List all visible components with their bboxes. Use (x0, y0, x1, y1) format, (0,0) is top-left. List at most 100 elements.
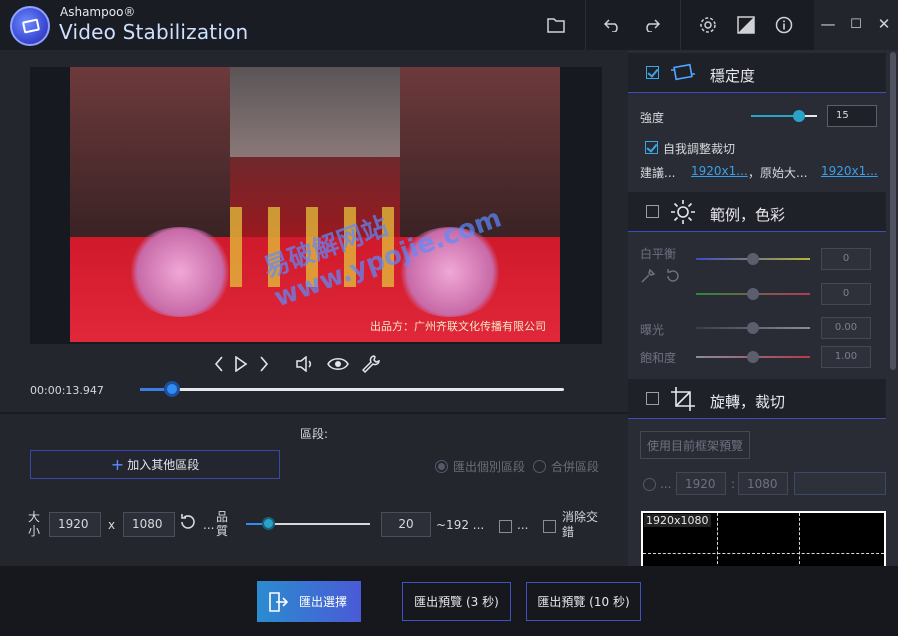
toolbar-divider (680, 0, 681, 50)
video-caption: 出品方：广州齐联文化传播有限公司 (370, 320, 546, 333)
size-separator: x (108, 518, 116, 532)
size-estimate: ~192 ... (436, 518, 485, 532)
color-title: 範例，色彩 (710, 206, 786, 224)
export-preview-3s-button[interactable]: 匯出預覽 (3 秒) (402, 582, 511, 621)
export-each-radio[interactable]: 匯出個別區段 (435, 458, 525, 475)
contrast-icon[interactable] (733, 12, 759, 38)
crop-icon (670, 386, 696, 412)
stability-title: 穩定度 (710, 67, 756, 85)
quality-label: 品質 (216, 510, 229, 538)
settings-icon[interactable] (695, 12, 721, 38)
rotate-section-header[interactable]: 旋轉，裁切 (628, 379, 886, 419)
option-checkbox[interactable] (499, 520, 512, 533)
window-controls: — ☐ ✕ (814, 0, 898, 50)
suggested-size-link[interactable]: 1920x1... (691, 164, 748, 178)
export-selection-label: 匯出選擇 (299, 595, 348, 609)
tint-handle[interactable] (747, 288, 759, 300)
tint-input[interactable]: 0 (821, 283, 871, 305)
exposure-input[interactable]: 0.00 (821, 317, 871, 339)
play-icon[interactable] (230, 353, 252, 375)
merge-radio[interactable]: 合併區段 (533, 458, 599, 475)
bottom-bar: 匯出選擇 匯出預覽 (3 秒) 匯出預覽 (10 秒) (0, 566, 898, 636)
quality-slider[interactable] (246, 517, 370, 530)
volume-icon[interactable] (294, 353, 316, 375)
eyedropper-icon[interactable] (640, 268, 656, 284)
strength-slider[interactable] (751, 110, 817, 122)
minimize-button[interactable]: — (818, 14, 838, 34)
info-icon[interactable] (771, 12, 797, 38)
crop-width-input[interactable]: 1920 (676, 472, 726, 495)
auto-crop-checkbox[interactable] (645, 141, 658, 154)
rotate-title: 旋轉，裁切 (710, 393, 786, 411)
option-label: ... (517, 518, 529, 532)
panel-divider (0, 412, 628, 414)
eye-icon[interactable] (326, 353, 350, 375)
original-size-label: ，原始大... (748, 166, 808, 180)
current-time: 00:00:13.947 (30, 384, 104, 397)
output-height-input[interactable]: 1080 (123, 512, 175, 537)
strength-label: 強度 (640, 111, 665, 125)
quality-input[interactable]: 20 (381, 512, 431, 537)
export-selection-button[interactable]: 匯出選擇 (257, 581, 361, 622)
settings-panel: 穩定度 強度 15 自我調整裁切 建議... 1920x1... ，原始大...… (628, 50, 898, 566)
strength-slider-handle[interactable] (792, 110, 805, 122)
add-segment-label: 加入其他區段 (127, 458, 200, 472)
use-current-frame-button[interactable]: 使用目前框架預覽 (640, 431, 750, 459)
crop-preview[interactable]: 1920x1080 (641, 511, 886, 566)
undo-icon[interactable] (600, 12, 626, 38)
size-label: 大小 (28, 510, 41, 538)
exposure-label: 曝光 (640, 323, 665, 337)
export-each-label: 匯出個別區段 (453, 460, 526, 474)
rotate-checkbox[interactable] (646, 392, 659, 405)
segments-title: 區段: (300, 427, 329, 441)
export-preview-10s-button[interactable]: 匯出預覽 (10 秒) (526, 582, 641, 621)
prev-frame-icon[interactable] (208, 353, 230, 375)
more-options[interactable]: ... (203, 518, 214, 532)
exposure-handle[interactable] (747, 322, 759, 334)
seek-handle[interactable] (163, 381, 180, 397)
auto-crop-label: 自我調整裁切 (663, 142, 736, 156)
deinterlace-checkbox[interactable] (543, 520, 556, 533)
folder-icon[interactable] (543, 12, 569, 38)
panel-scrollbar[interactable] (890, 52, 896, 370)
seek-bar[interactable] (140, 381, 564, 397)
brand-name: Ashampoo® (60, 5, 136, 19)
sun-icon (670, 199, 696, 225)
output-width-input[interactable]: 1920 (49, 512, 101, 537)
quality-slider-handle[interactable] (262, 517, 276, 530)
color-checkbox[interactable] (646, 205, 659, 218)
strength-input[interactable]: 15 (827, 105, 877, 127)
color-section-header[interactable]: 範例，色彩 (628, 192, 886, 232)
app-title: Video Stabilization (59, 20, 249, 44)
stabilize-icon (670, 60, 696, 86)
saturation-label: 飽和度 (640, 351, 677, 365)
stability-section-header[interactable]: 穩定度 (628, 53, 886, 93)
saturation-handle[interactable] (747, 351, 759, 363)
saturation-slider[interactable] (696, 351, 810, 363)
white-balance-input[interactable]: 0 (821, 248, 871, 270)
crop-height-input[interactable]: 1080 (738, 472, 788, 495)
white-balance-slider[interactable] (696, 253, 810, 265)
stability-checkbox[interactable] (646, 66, 659, 79)
wrench-icon[interactable] (360, 353, 382, 375)
maximize-button[interactable]: ☐ (846, 14, 866, 34)
white-balance-handle[interactable] (747, 253, 759, 265)
tint-slider[interactable] (696, 288, 810, 300)
redo-icon[interactable] (638, 12, 664, 38)
close-button[interactable]: ✕ (874, 14, 894, 34)
crop-ratio-select[interactable] (794, 472, 886, 495)
radio-icon (435, 460, 448, 473)
crop-separator: : (731, 477, 736, 491)
next-frame-icon[interactable] (253, 353, 275, 375)
exposure-slider[interactable] (696, 322, 810, 334)
crop-radio[interactable] (643, 478, 656, 491)
add-segment-button[interactable]: + 加入其他區段 (30, 450, 280, 479)
reset-icon[interactable] (178, 512, 198, 532)
crop-option-label: ... (660, 477, 672, 491)
video-preview[interactable]: 易破解网站 www.ypojie.com 出品方：广州齐联文化传播有限公司 (70, 67, 560, 342)
white-balance-label: 白平衡 (640, 247, 677, 261)
saturation-input[interactable]: 1.00 (821, 346, 871, 368)
original-size-link[interactable]: 1920x1... (821, 164, 878, 178)
reset-white-balance-icon[interactable] (665, 268, 681, 284)
radio-icon (533, 460, 546, 473)
